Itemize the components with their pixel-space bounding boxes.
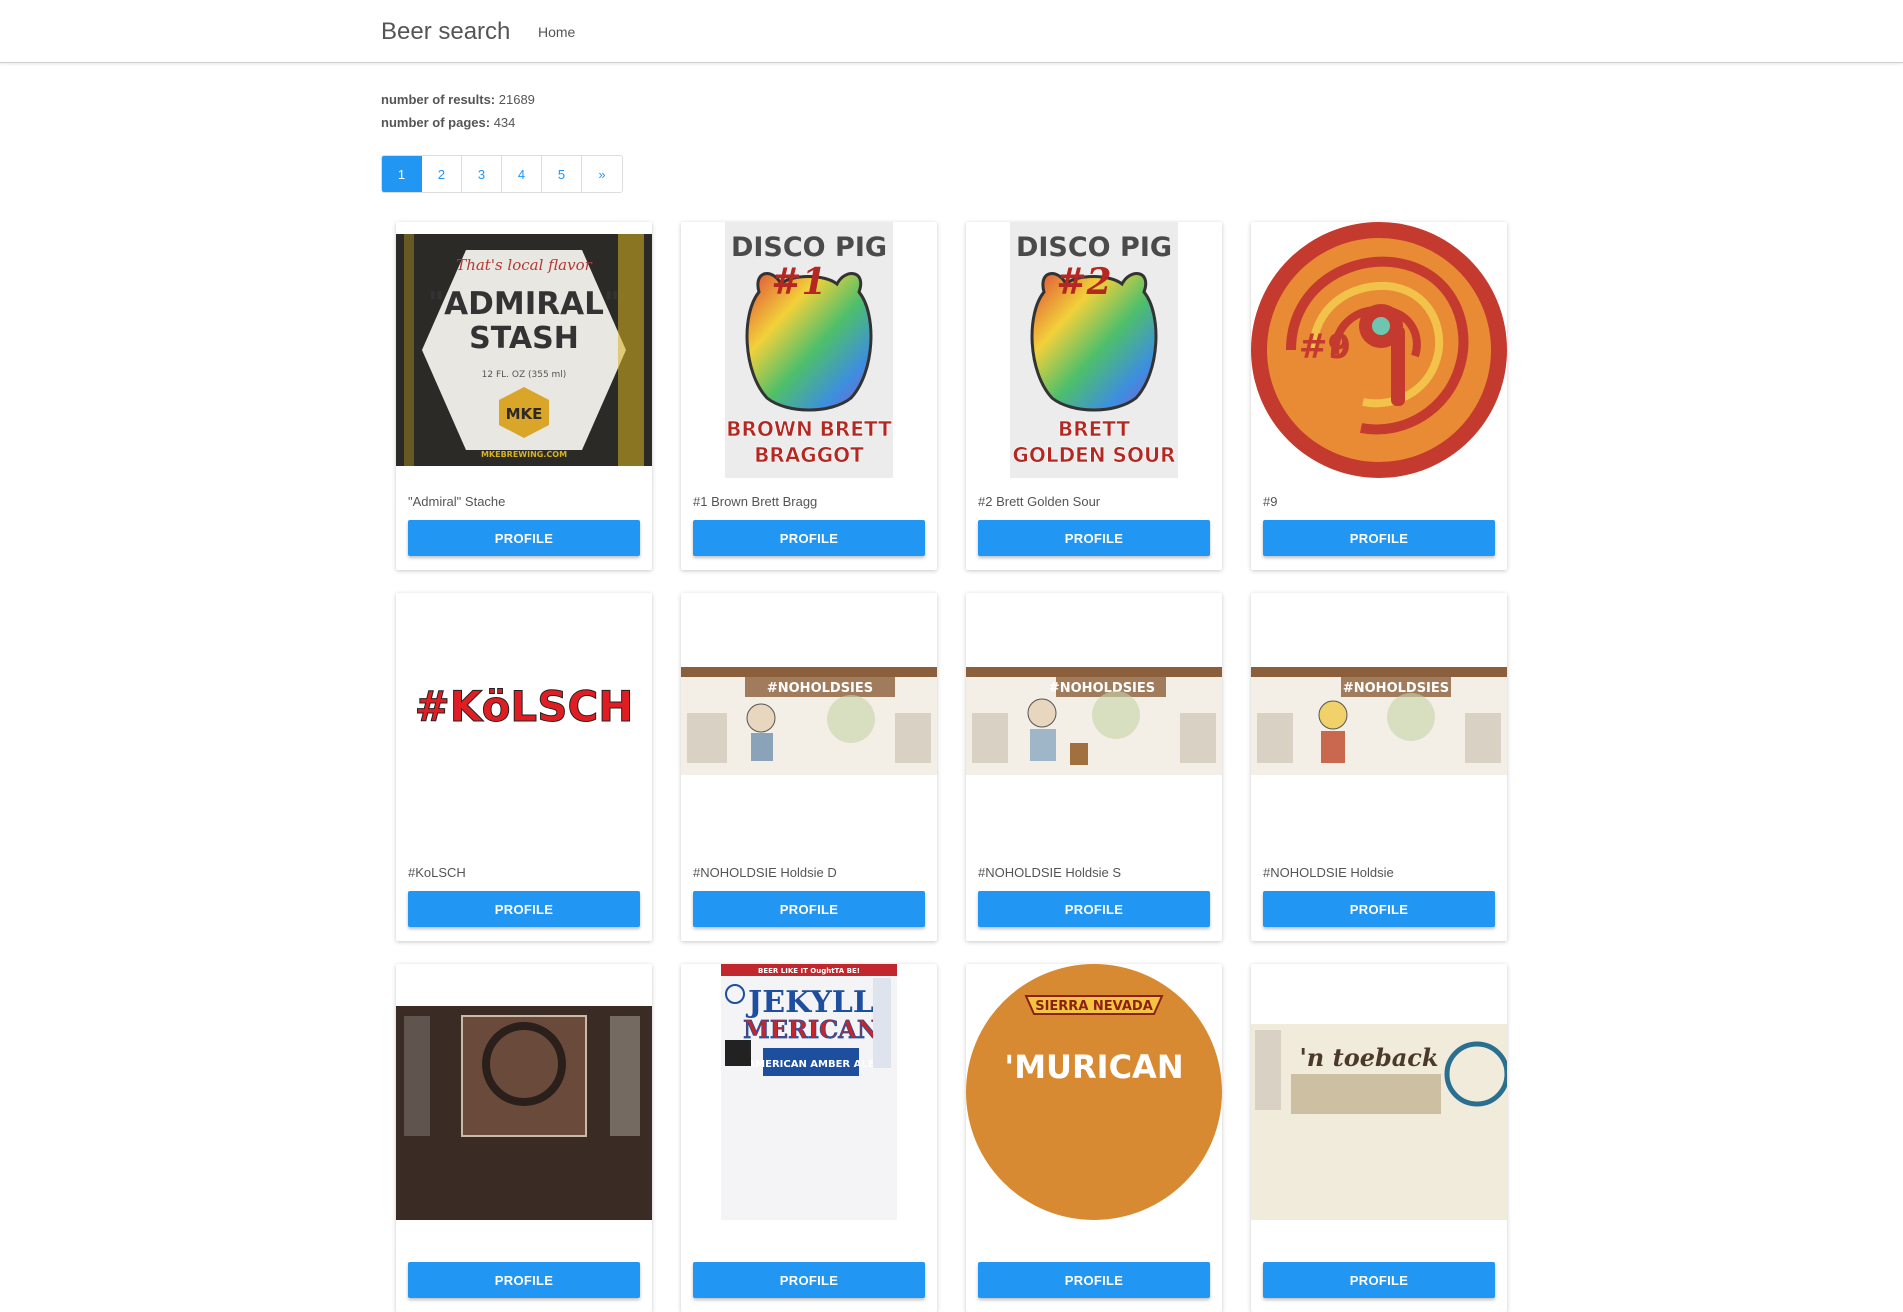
admiral-title: "ADMIRAL" [428,286,620,322]
page-button-1[interactable]: 1 [382,156,422,192]
disco-pig-title: DISCO PIG [731,232,887,263]
disco-pig-style-1: BROWN BRETT [726,417,892,441]
pages-count: number of pages: 434 [381,111,535,134]
disco-pig-style-2: BRAGGOT [754,443,864,467]
pagination: 1 2 3 4 5 » [381,155,623,193]
disco-pig-number: #1 [771,261,826,303]
disco-pig-style-1: BRETT [1058,417,1130,441]
beer-card: PROFILE [396,964,652,1312]
page-button-5[interactable]: 5 [542,156,582,192]
disco-pig-style-2: GOLDEN SOUR [1012,443,1175,467]
page-button-3[interactable]: 3 [462,156,502,192]
beer-card: BEER LIKE IT OughtTA BE! JEKYLL MERICAN … [681,964,937,1312]
admiral-brand: MKE [506,405,543,423]
noholdsie-label-text: #NOHOLDSIES [1049,681,1155,696]
profile-button[interactable]: PROFILE [978,520,1210,556]
profile-button[interactable]: PROFILE [408,1262,640,1298]
toeback-label-text: 'n toeback [1299,1043,1438,1072]
page-button-4[interactable]: 4 [502,156,542,192]
beer-label-image[interactable]: 'n toeback [1251,964,1507,1220]
jekyll-beer-name: MERICAN [743,1015,879,1044]
beer-name: #NOHOLDSIE Holdsie [1263,865,1394,880]
profile-button[interactable]: PROFILE [693,520,925,556]
nav-home-link[interactable]: Home [538,24,575,40]
sierra-brand: SIERRA NEVADA [1035,999,1153,1014]
results-label: number of results: [381,92,496,107]
beer-label-image[interactable]: That's local flavor "ADMIRAL" STASH 12 F… [396,222,652,478]
jekyll-style: AMERICAN AMBER ALE [747,1059,874,1070]
beer-card: That's local flavor "ADMIRAL" STASH 12 F… [396,222,652,570]
noholdsie-label-text: #NOHOLDSIES [767,681,873,696]
search-stats: number of results: 21689 number of pages… [381,88,535,134]
label-number: #9 [1299,327,1351,367]
admiral-volume: 12 FL. OZ (355 ml) [482,370,567,380]
beer-card: DISCO PIG #2 BRETT GOLDEN SOUR #2 Brett … [966,222,1222,570]
jekyll-slogan: BEER LIKE IT OughtTA BE! [758,967,860,975]
next-page-button[interactable]: » [582,156,622,192]
beer-name: "Admiral" Stache [408,494,506,509]
beer-card: DISCO PIG #1 BROWN BRETT BRAGGOT #1 Brow… [681,222,937,570]
results-count: number of results: 21689 [381,88,535,111]
beer-label-image[interactable]: DISCO PIG #2 BRETT GOLDEN SOUR [966,222,1222,478]
top-navbar: Beer search Home [0,0,1903,63]
beer-label-image[interactable]: #NOHOLDSIES [681,593,937,849]
noholdsie-label-text: #NOHOLDSIES [1343,681,1449,696]
profile-button[interactable]: PROFILE [693,891,925,927]
profile-button[interactable]: PROFILE [693,1262,925,1298]
profile-button[interactable]: PROFILE [1263,520,1495,556]
sierra-beer-name: 'MURICAN [1004,1048,1183,1086]
admiral-website: MKEBREWING.COM [481,450,567,459]
beer-label-image[interactable]: DISCO PIG #1 BROWN BRETT BRAGGOT [681,222,937,478]
profile-button[interactable]: PROFILE [978,891,1210,927]
results-value: 21689 [498,92,535,107]
beer-card: #NOHOLDSIES #NOHOLDSIE Holdsie D PROFILE [681,593,937,941]
beer-name: #NOHOLDSIE Holdsie S [978,865,1122,880]
page-button-2[interactable]: 2 [422,156,462,192]
beer-name: #1 Brown Brett Bragg [693,494,818,509]
beer-name: #9 [1263,494,1278,509]
pages-label: number of pages: [381,115,491,130]
profile-button[interactable]: PROFILE [978,1262,1210,1298]
beer-card: SIERRA NEVADA 'MURICAN PROFILE [966,964,1222,1312]
profile-button[interactable]: PROFILE [1263,891,1495,927]
profile-button[interactable]: PROFILE [408,891,640,927]
beer-label-image[interactable]: BEER LIKE IT OughtTA BE! JEKYLL MERICAN … [681,964,937,1220]
profile-button[interactable]: PROFILE [1263,1262,1495,1298]
pages-value: 434 [493,115,516,130]
kolsch-label-text: #KöLSCH [415,682,634,731]
brand-title[interactable]: Beer search [381,18,510,46]
beer-name: #2 Brett Golden Sour [978,494,1101,509]
beer-card: #9 #9 PROFILE [1251,222,1507,570]
beer-card: #NOHOLDSIES #NOHOLDSIE Holdsie S PROFILE [966,593,1222,941]
disco-pig-title: DISCO PIG [1016,232,1172,263]
beer-label-image[interactable]: #KöLSCH [396,593,652,849]
beer-card: #NOHOLDSIES #NOHOLDSIE Holdsie PROFILE [1251,593,1507,941]
beer-label-image[interactable]: #NOHOLDSIES [1251,593,1507,849]
beer-name: #NOHOLDSIE Holdsie D [693,865,837,880]
beer-card: 'n toeback PROFILE [1251,964,1507,1312]
beer-label-image[interactable] [396,964,652,1220]
beer-label-image[interactable]: #NOHOLDSIES [966,593,1222,849]
profile-button[interactable]: PROFILE [408,520,640,556]
admiral-tagline: That's local flavor [456,256,592,274]
disco-pig-number: #2 [1056,261,1111,303]
beer-label-image[interactable]: SIERRA NEVADA 'MURICAN [966,964,1222,1220]
beer-card: #KöLSCH #KoLSCH PROFILE [396,593,652,941]
beer-label-image[interactable]: #9 [1251,222,1507,478]
beer-name: #KoLSCH [408,865,466,880]
admiral-subtitle: STASH [469,321,579,356]
